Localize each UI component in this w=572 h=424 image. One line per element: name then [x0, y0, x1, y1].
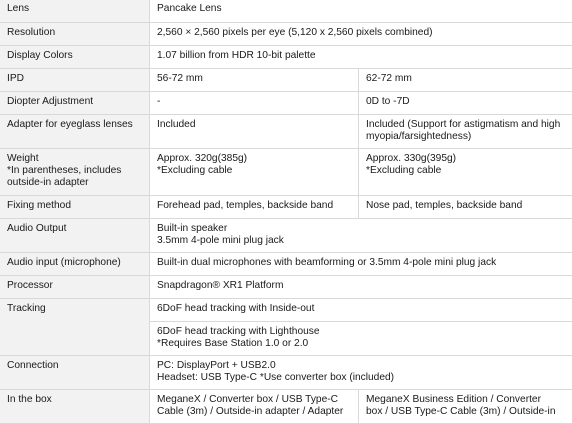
row-value-business: Included (Support for astigmatism and hi…: [359, 115, 572, 149]
table-row-eyeglass-adapter: Adapter for eyeglass lenses Included Inc…: [0, 115, 572, 149]
label-line: outside-in adapter: [7, 177, 143, 189]
row-label: Adapter for eyeglass lenses: [0, 115, 150, 149]
row-value: Built-in dual microphones with beamformi…: [150, 253, 572, 276]
value-line: Approx. 330g(395g): [366, 153, 569, 165]
table-row-processor: Processor Snapdragon® XR1 Platform: [0, 276, 572, 299]
row-value: PC: DisplayPort + USB2.0 Headset: USB Ty…: [150, 356, 572, 390]
row-value-business: 0D to -7D: [359, 92, 572, 115]
row-value-standard: -: [150, 92, 359, 115]
table-row-fixing-method: Fixing method Forehead pad, temples, bac…: [0, 196, 572, 219]
label-line: *In parentheses, includes: [7, 165, 143, 177]
table-row-weight: Weight *In parentheses, includes outside…: [0, 149, 572, 196]
row-value-business: Nose pad, temples, backside band: [359, 196, 572, 219]
row-value: 6DoF head tracking with Inside-out: [150, 299, 572, 322]
value-line: 6DoF head tracking with Lighthouse: [157, 326, 569, 338]
table-row-tracking: Tracking 6DoF head tracking with Inside-…: [0, 299, 572, 322]
row-value-business: Approx. 330g(395g) *Excluding cable: [359, 149, 572, 196]
table-row-audio-output: Audio Output Built-in speaker 3.5mm 4-po…: [0, 219, 572, 253]
row-value: Snapdragon® XR1 Platform: [150, 276, 572, 299]
row-label: Tracking: [0, 299, 150, 356]
value-line: MeganeX / Converter box / USB Type-C: [157, 394, 352, 406]
label-line: Weight: [7, 153, 143, 165]
table-row-ipd: IPD 56-72 mm 62-72 mm: [0, 69, 572, 92]
row-label: Weight *In parentheses, includes outside…: [0, 149, 150, 196]
row-value: Built-in speaker 3.5mm 4-pole mini plug …: [150, 219, 572, 253]
row-value-standard: MeganeX / Converter box / USB Type-C Cab…: [150, 390, 359, 424]
row-value-business: MeganeX Business Edition / Converter box…: [359, 390, 572, 424]
row-value-standard: 56-72 mm: [150, 69, 359, 92]
value-line: *Excluding cable: [157, 165, 352, 177]
row-label: Audio Output: [0, 219, 150, 253]
row-label: Connection: [0, 356, 150, 390]
row-value: 1.07 billion from HDR 10-bit palette: [150, 46, 572, 69]
value-line: box / USB Type-C Cable (3m) / Outside-in: [366, 406, 569, 418]
value-line: Built-in speaker: [157, 223, 569, 235]
row-label: Resolution: [0, 23, 150, 46]
table-row-resolution: Resolution 2,560 × 2,560 pixels per eye …: [0, 23, 572, 46]
row-value: 6DoF head tracking with Lighthouse *Requ…: [150, 322, 572, 356]
value-line: *Excluding cable: [366, 165, 569, 177]
row-value-standard: Approx. 320g(385g) *Excluding cable: [150, 149, 359, 196]
row-label: Lens: [0, 0, 150, 23]
value-line: PC: DisplayPort + USB2.0: [157, 360, 569, 372]
row-label: Diopter Adjustment: [0, 92, 150, 115]
row-value: 2,560 × 2,560 pixels per eye (5,120 x 2,…: [150, 23, 572, 46]
row-value: Pancake Lens: [150, 0, 572, 23]
row-label: Display Colors: [0, 46, 150, 69]
table-row-audio-input: Audio input (microphone) Built-in dual m…: [0, 253, 572, 276]
table-row-diopter: Diopter Adjustment - 0D to -7D: [0, 92, 572, 115]
row-label: In the box: [0, 390, 150, 424]
row-label: Audio input (microphone): [0, 253, 150, 276]
row-label: IPD: [0, 69, 150, 92]
spec-table: Lens Pancake Lens Resolution 2,560 × 2,5…: [0, 0, 572, 424]
table-row-in-the-box: In the box MeganeX / Converter box / USB…: [0, 390, 572, 424]
row-label: Processor: [0, 276, 150, 299]
row-value-business: 62-72 mm: [359, 69, 572, 92]
table-row-connection: Connection PC: DisplayPort + USB2.0 Head…: [0, 356, 572, 390]
value-line: Approx. 320g(385g): [157, 153, 352, 165]
row-value-standard: Included: [150, 115, 359, 149]
table-row-display-colors: Display Colors 1.07 billion from HDR 10-…: [0, 46, 572, 69]
table-row-lens: Lens Pancake Lens: [0, 0, 572, 23]
row-label: Fixing method: [0, 196, 150, 219]
row-value-standard: Forehead pad, temples, backside band: [150, 196, 359, 219]
value-line: Headset: USB Type-C *Use converter box (…: [157, 372, 569, 384]
value-line: 3.5mm 4-pole mini plug jack: [157, 235, 569, 247]
value-line: *Requires Base Station 1.0 or 2.0: [157, 338, 569, 350]
value-line: Cable (3m) / Outside-in adapter / Adapte…: [157, 406, 352, 418]
value-line: MeganeX Business Edition / Converter: [366, 394, 569, 406]
